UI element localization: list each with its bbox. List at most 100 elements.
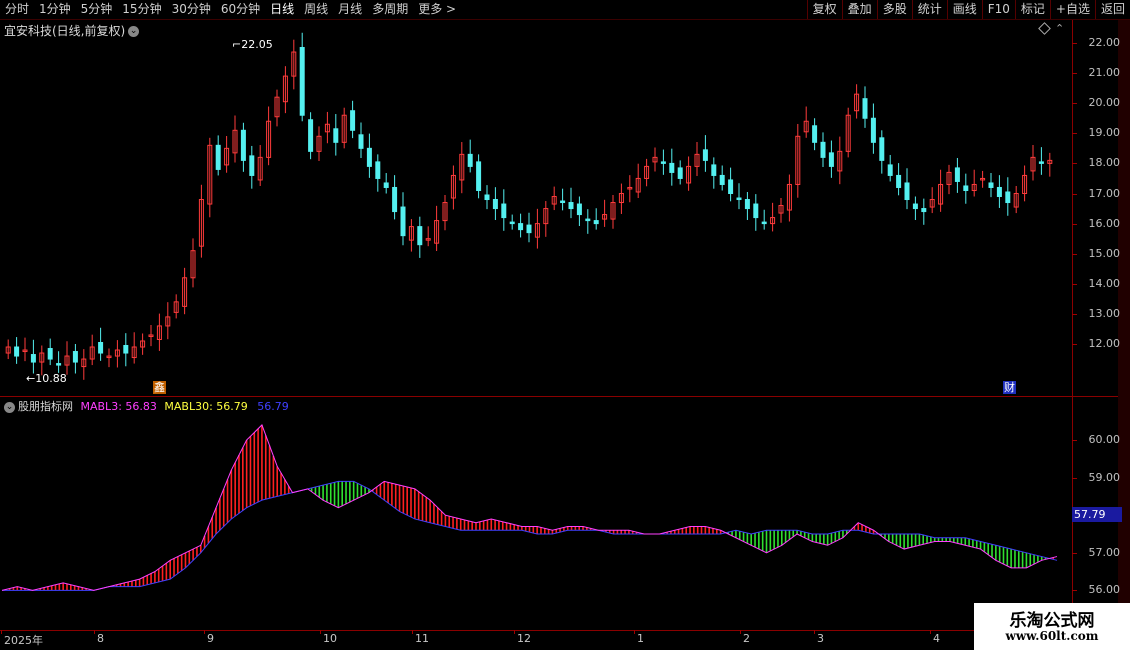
candle-body [56,363,62,366]
indicator-scale-label: 56.00 [1088,583,1121,597]
candle-body [870,117,876,143]
scale-divider [1072,20,1073,630]
price-scale-tick [1072,313,1077,315]
indicator-scale-tick [1072,552,1077,554]
candle-body [249,155,255,176]
period-tab[interactable]: 月线 [333,0,367,19]
indicator-scale-label: 59.00 [1088,470,1121,484]
time-axis-tick [204,630,205,634]
candle-body [954,167,960,182]
toolbar-button[interactable]: 叠加 [841,0,877,19]
current-value: 57.79 [1074,508,1106,521]
candle-body [896,174,902,188]
candle-body [400,206,406,237]
high-value: 22.05 [241,38,273,51]
toolbar-button[interactable]: 多股 [876,0,912,19]
time-axis-label: 11 [415,632,429,645]
candle-body [736,197,742,201]
price-scale-label: 16.00 [1088,216,1121,230]
candle-body [501,203,507,219]
candle-body [299,47,305,116]
mabl30-line [2,480,1058,591]
price-scale-tick [1072,193,1077,195]
period-tab[interactable]: 日线 [265,0,299,19]
candle-body [1038,161,1044,164]
candle-body [744,199,750,210]
time-axis-label: 8 [97,632,104,645]
event-badge-right[interactable]: 财 [1003,381,1016,394]
toolbar-button[interactable]: 画线 [946,0,982,19]
toolbar-button[interactable]: 复权 [806,0,842,19]
period-tab[interactable]: 分时 [0,0,34,19]
candle-body [820,141,826,158]
period-tab[interactable]: 30分钟 [167,0,216,19]
candle-body [996,186,1002,198]
candle-body [904,182,910,201]
price-scale-tick [1072,163,1077,165]
candle-body [375,161,381,179]
candle-body [828,152,834,167]
candle-body [30,354,36,363]
candle-body [719,174,725,185]
price-scale-label: 15.00 [1088,246,1121,260]
time-axis-label: 2 [743,632,750,645]
period-tab[interactable]: 周线 [299,0,333,19]
candle-body [576,203,582,216]
candle-body [585,218,591,222]
period-tab[interactable]: 1分钟 [34,0,76,19]
price-scale-tick [1072,344,1077,345]
candle-body [568,202,574,210]
candlestick-chart [5,32,1053,380]
period-tab[interactable]: 更多 > [413,0,461,19]
current-value-box: 57.79 [1072,507,1122,522]
period-tab[interactable]: 5分钟 [76,0,118,19]
price-scale-tick [1072,283,1077,285]
candle-body [711,164,717,176]
candle-body [215,144,221,170]
candle-body [476,161,482,191]
period-tab[interactable]: 60分钟 [216,0,265,19]
price-scale-label: 19.00 [1088,126,1121,140]
candle-body [14,346,20,357]
candle-body [509,221,515,225]
time-axis-label: 4 [933,632,940,645]
candle-body [753,203,759,219]
price-scale-label: 12.00 [1088,337,1121,350]
candle-body [518,223,524,231]
toolbar-button[interactable]: 标记 [1014,0,1050,19]
low-value: 10.88 [35,372,67,385]
time-axis-tick [930,630,931,634]
price-scale-label: 18.00 [1088,156,1121,170]
toolbar-button[interactable]: 返回 [1094,0,1130,19]
price-scale-label: 13.00 [1088,306,1121,320]
toolbar-button[interactable]: +自选 [1049,0,1095,19]
period-tab[interactable]: 多周期 [367,0,413,19]
price-scale-tick [1072,223,1077,225]
candle-body [467,153,473,167]
event-badge-left[interactable]: 鑫 [153,381,166,394]
time-axis-tick [94,630,95,634]
mabl3-line [1,424,1058,591]
candle-body [417,226,423,246]
candle-body [308,119,314,152]
candle-body [72,351,78,363]
toolbar-button[interactable]: F10 [981,0,1015,19]
candle-body [669,162,675,173]
time-axis-label: 3 [817,632,824,645]
indicator-scale-tick [1072,477,1077,479]
candle-body [702,149,708,161]
time-axis-tick [320,630,321,634]
candle-body [366,147,372,167]
candle-body [593,220,599,225]
candle-body [1005,191,1011,204]
indicator-scale-tick [1072,590,1077,592]
period-tabs: 分时 1分钟 5分钟 15分钟 30分钟 60分钟 日线 周线 月线 多周期 更多 > [0,0,461,19]
period-tab[interactable]: 15分钟 [117,0,166,19]
price-scale-label: 20.00 [1088,96,1121,110]
toolbar-button[interactable]: 统计 [911,0,947,19]
high-marker-label: ⌐22.05 [232,38,273,51]
watermark-title: 乐淘公式网 [1009,611,1095,631]
indicator-scale-label: 60.00 [1088,433,1121,446]
candle-body [728,179,734,195]
watermark: 乐淘公式网 www.60lt.com [974,603,1130,650]
